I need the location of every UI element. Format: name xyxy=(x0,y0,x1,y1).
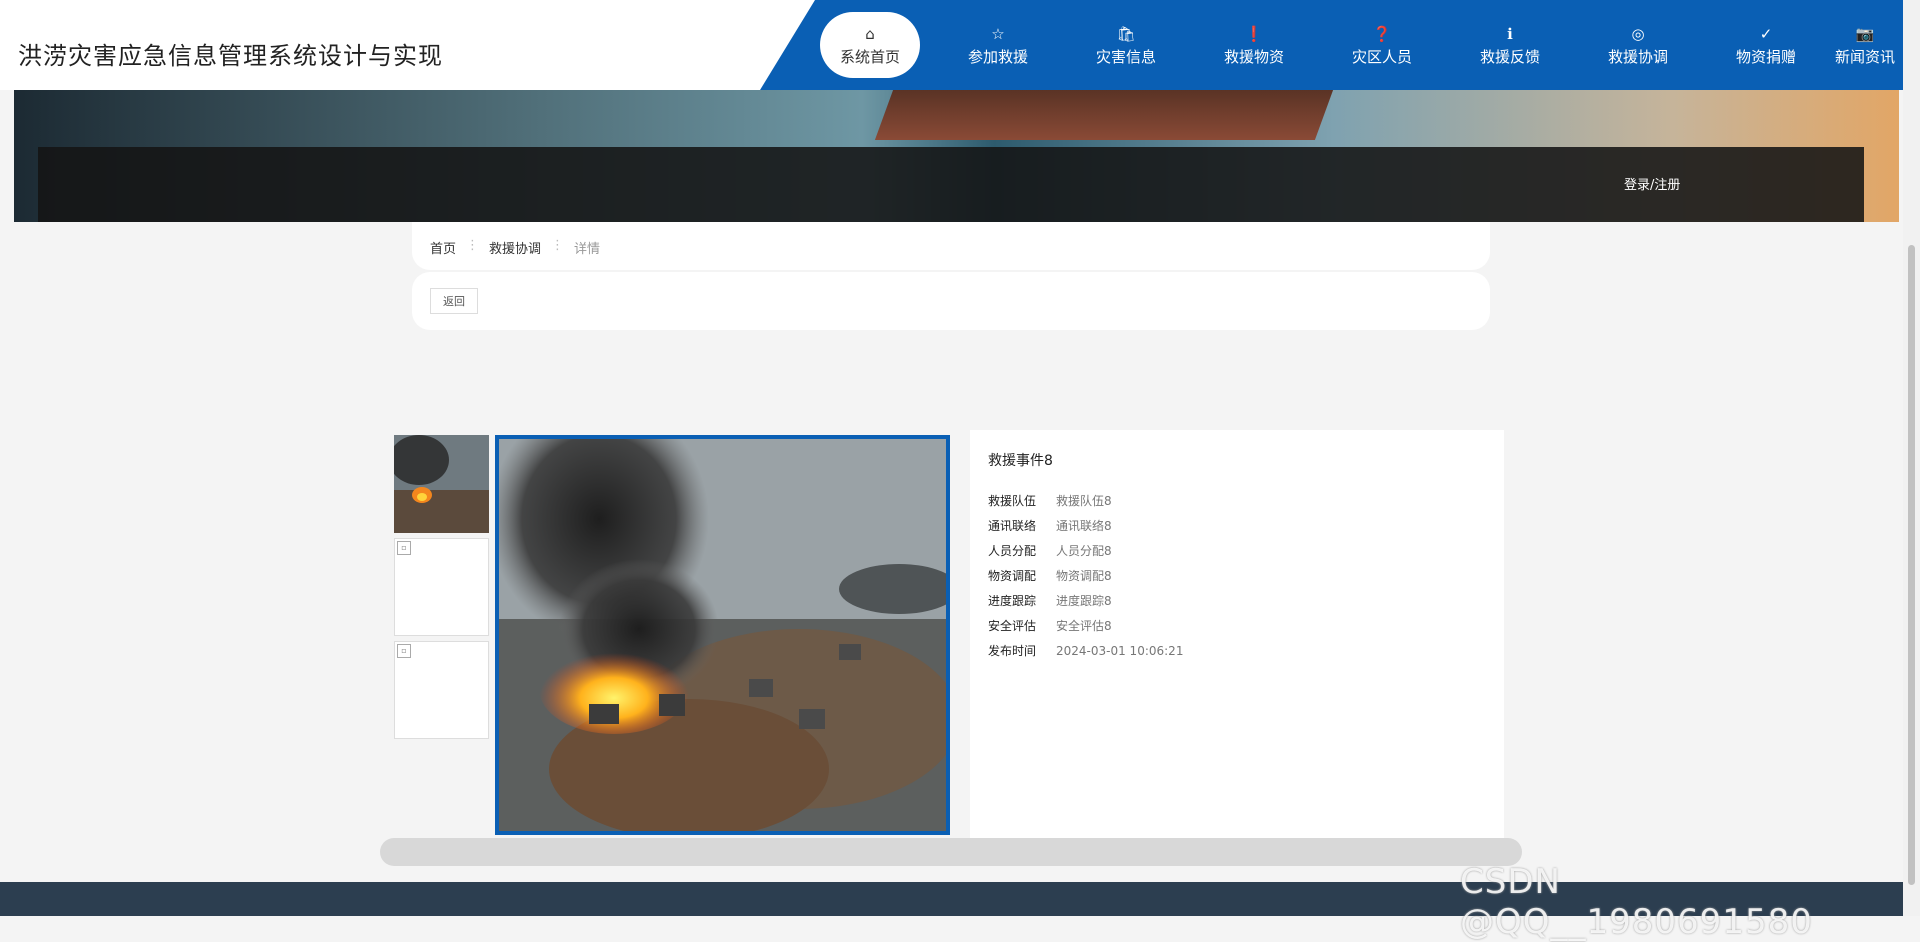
breadcrumb-separator: ⋮ xyxy=(551,238,565,253)
scrollbar-thumb[interactable] xyxy=(1908,245,1915,885)
content-shadow xyxy=(380,838,1522,866)
detail-title: 救援事件8 xyxy=(988,453,1053,469)
field-label: 进度跟踪 xyxy=(988,594,1037,608)
thumbnail-list: ▫ ▫ xyxy=(389,435,489,744)
target-icon: ◎ xyxy=(1631,24,1645,43)
banner-overlay xyxy=(38,147,1864,222)
banner-dock-image xyxy=(874,90,1334,140)
breadcrumb-category[interactable]: 救援协调 xyxy=(489,238,541,257)
info-circle-icon: ℹ xyxy=(1507,24,1513,43)
detail-panel: 救援事件8 救援队伍 救援队伍8 通讯联络 通讯联络8 人员分配 人员分配8 物… xyxy=(970,430,1504,838)
star-icon: ☆ xyxy=(991,24,1005,43)
thumbnail-1[interactable] xyxy=(389,435,489,533)
nav-label: 灾区人员 xyxy=(1351,47,1412,66)
main-nav: ⌂ 系统首页 ☆ 参加救援 🛍 灾害信息 ❗ 救援物资 ❓ 灾区人员 ℹ 救援反… xyxy=(820,12,1900,80)
back-button[interactable]: 返回 xyxy=(430,288,478,314)
field-value: 进度跟踪8 xyxy=(1056,594,1112,608)
breadcrumb-home[interactable]: 首页 xyxy=(430,238,456,257)
bag-icon: 🛍 xyxy=(1116,24,1136,43)
field-label: 人员分配 xyxy=(988,544,1037,558)
detail-row-team: 救援队伍 救援队伍8 xyxy=(988,488,1183,513)
field-label: 安全评估 xyxy=(988,619,1037,633)
nav-item-home[interactable]: ⌂ 系统首页 xyxy=(820,12,920,78)
hero-banner: 登录/注册 xyxy=(14,90,1899,222)
nav-label: 救援协调 xyxy=(1607,47,1668,66)
nav-item-disaster-people[interactable]: ❓ 灾区人员 xyxy=(1318,12,1446,78)
login-register-link[interactable]: 登录/注册 xyxy=(1624,174,1680,193)
nav-label: 系统首页 xyxy=(839,47,900,66)
field-label: 通讯联络 xyxy=(988,519,1037,533)
detail-fields: 救援队伍 救援队伍8 通讯联络 通讯联络8 人员分配 人员分配8 物资调配 物资… xyxy=(988,488,1183,663)
question-icon: ❓ xyxy=(1372,24,1392,43)
action-bar: 返回 xyxy=(412,272,1490,330)
broken-image-icon: ▫ xyxy=(397,541,411,555)
detail-row-supplies: 物资调配 物资调配8 xyxy=(988,563,1183,588)
field-value: 安全评估8 xyxy=(1056,619,1112,633)
home-icon: ⌂ xyxy=(865,24,875,43)
info-icon: ❗ xyxy=(1244,24,1264,43)
breadcrumb: 首页 ⋮ 救援协调 ⋮ 详情 xyxy=(430,238,600,257)
header: 洪涝灾害应急信息管理系统设计与实现 ⌂ 系统首页 ☆ 参加救援 🛍 灾害信息 ❗… xyxy=(0,0,1920,90)
nav-item-join-rescue[interactable]: ☆ 参加救援 xyxy=(934,12,1062,78)
nav-item-news[interactable]: 📷 新闻资讯 xyxy=(1830,12,1900,78)
nav-label: 救援反馈 xyxy=(1479,47,1540,66)
field-label: 发布时间 xyxy=(988,644,1037,658)
detail-row-communication: 通讯联络 通讯联络8 xyxy=(988,513,1183,538)
breadcrumb-bar: 首页 ⋮ 救援协调 ⋮ 详情 xyxy=(412,222,1490,270)
camera-icon: 📷 xyxy=(1855,24,1875,43)
detail-row-published: 发布时间 2024-03-01 10:06:21 xyxy=(988,638,1183,663)
page-scrollbar[interactable] xyxy=(1903,0,1920,916)
main-photo xyxy=(495,435,950,835)
thumbnail-2[interactable]: ▫ xyxy=(394,538,489,636)
nav-label: 参加救援 xyxy=(967,47,1028,66)
check-circle-icon: ✓ xyxy=(1759,24,1773,43)
field-label: 救援队伍 xyxy=(988,494,1037,508)
broken-image-icon: ▫ xyxy=(397,644,411,658)
field-value: 通讯联络8 xyxy=(1056,519,1112,533)
field-value: 物资调配8 xyxy=(1056,569,1112,583)
flood-fire-photo xyxy=(499,439,946,831)
nav-item-disaster-info[interactable]: 🛍 灾害信息 xyxy=(1062,12,1190,78)
breadcrumb-separator: ⋮ xyxy=(466,238,480,253)
field-label: 物资调配 xyxy=(988,569,1037,583)
nav-label: 灾害信息 xyxy=(1095,47,1156,66)
field-value: 救援队伍8 xyxy=(1056,494,1112,508)
csdn-watermark: CSDN @QQ__1980691580 xyxy=(1460,862,1813,942)
nav-label: 救援物资 xyxy=(1223,47,1284,66)
breadcrumb-current: 详情 xyxy=(574,242,601,257)
flood-fire-thumbnail xyxy=(389,435,489,533)
nav-item-rescue-coordination[interactable]: ◎ 救援协调 xyxy=(1574,12,1702,78)
nav-label: 新闻资讯 xyxy=(1834,47,1895,66)
field-value: 人员分配8 xyxy=(1056,544,1112,558)
detail-row-safety: 安全评估 安全评估8 xyxy=(988,613,1183,638)
nav-label: 物资捐赠 xyxy=(1735,47,1796,66)
thumbnail-3[interactable]: ▫ xyxy=(394,641,489,739)
site-title: 洪涝灾害应急信息管理系统设计与实现 xyxy=(18,42,443,70)
detail-row-staffing: 人员分配 人员分配8 xyxy=(988,538,1183,563)
nav-item-donations[interactable]: ✓ 物资捐赠 xyxy=(1702,12,1830,78)
nav-item-rescue-feedback[interactable]: ℹ 救援反馈 xyxy=(1446,12,1574,78)
detail-row-progress: 进度跟踪 进度跟踪8 xyxy=(988,588,1183,613)
field-value: 2024-03-01 10:06:21 xyxy=(1056,643,1184,658)
nav-item-rescue-supplies[interactable]: ❗ 救援物资 xyxy=(1190,12,1318,78)
